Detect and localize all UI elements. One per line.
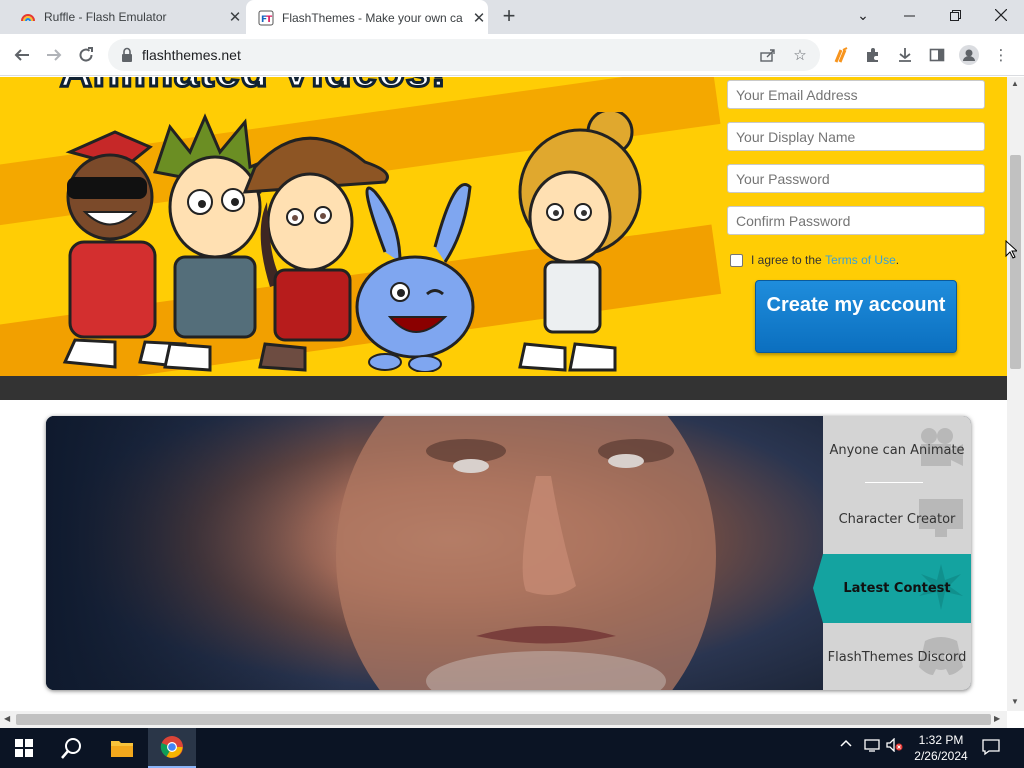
page-viewport: Animated Videos! [0, 77, 1007, 711]
url-text: flashthemes.net [142, 47, 241, 63]
mouse-cursor-icon [1005, 240, 1017, 259]
back-icon[interactable] [10, 43, 34, 67]
flashthemes-favicon-icon: F T [258, 10, 274, 26]
network-icon[interactable] [864, 738, 880, 755]
horizontal-scroll-thumb[interactable] [16, 714, 991, 725]
chevron-up-icon[interactable] [840, 738, 852, 753]
horizontal-scrollbar[interactable]: ◀ ▶ [0, 711, 1007, 728]
scroll-down-arrow-icon[interactable]: ▼ [1011, 697, 1019, 706]
download-icon[interactable] [894, 44, 916, 66]
address-bar[interactable]: flashthemes.net ☆ [108, 39, 820, 71]
browser-toolbar: flashthemes.net ☆ ⋮ [0, 34, 1024, 76]
agree-checkbox[interactable] [730, 253, 743, 267]
minimize-icon[interactable] [886, 0, 932, 30]
slideshow-menu: Anyone can Animate Character Creator Lat… [813, 416, 971, 690]
menu-anyone-can-animate[interactable]: Anyone can Animate [823, 416, 971, 485]
search-icon[interactable] [48, 728, 96, 768]
notifications-icon[interactable] [982, 738, 1000, 759]
scroll-up-arrow-icon[interactable]: ▲ [1011, 79, 1019, 88]
share-icon[interactable] [758, 46, 778, 64]
confirm-password-field[interactable] [727, 206, 985, 235]
clock-time: 1:32 PM [918, 733, 964, 747]
character-blonde-girl [518, 112, 642, 372]
create-account-button[interactable]: Create my account [755, 280, 957, 353]
terms-of-use-link[interactable]: Terms of Use [825, 253, 896, 267]
character-blue-bunny [355, 183, 475, 372]
menu-divider [865, 482, 923, 483]
terms-agreement: I agree to the Terms of Use. [730, 253, 899, 267]
rainbow-favicon-icon [21, 14, 35, 22]
start-windows-icon[interactable] [0, 728, 48, 768]
menu-latest-contest[interactable]: Latest Contest [813, 554, 971, 623]
file-explorer-icon[interactable] [98, 728, 146, 768]
tab-ruffle[interactable]: Ruffle - Flash Emulator ✕ [12, 0, 244, 34]
slideshow-image[interactable] [46, 416, 823, 690]
hero-title: Animated Videos! [59, 77, 448, 98]
close-tab-icon[interactable]: ✕ [470, 9, 488, 27]
scroll-right-arrow-icon[interactable]: ▶ [994, 714, 1000, 723]
password-field[interactable] [727, 164, 985, 193]
system-clock[interactable]: 1:32 PM 2/26/2024 [908, 732, 974, 764]
restore-icon[interactable] [932, 0, 978, 30]
hero-banner: Animated Videos! [0, 77, 1007, 376]
character-spiky-hair [153, 113, 278, 372]
agree-suffix-text: . [895, 253, 900, 267]
menu-label: Latest Contest [843, 581, 951, 596]
lock-icon [122, 47, 132, 62]
forward-icon[interactable] [42, 43, 66, 67]
agree-prefix-text: I agree to the [751, 253, 822, 267]
dark-divider-bar [0, 376, 1007, 400]
close-window-icon[interactable] [978, 0, 1024, 30]
tab-strip: Ruffle - Flash Emulator ✕ F T FlashTheme… [0, 0, 1024, 36]
more-menu-icon[interactable]: ⋮ [990, 44, 1012, 66]
cartoon-characters-illustration [62, 112, 642, 372]
bookmark-star-icon[interactable]: ☆ [790, 46, 810, 64]
vertical-scrollbar[interactable]: ▲ ▼ [1007, 77, 1024, 711]
email-field[interactable] [727, 80, 985, 109]
profile-avatar-icon[interactable] [958, 44, 980, 66]
tab-search-icon[interactable]: ⌄ [840, 0, 886, 30]
menu-label: Character Creator [838, 512, 956, 527]
close-tab-icon[interactable]: ✕ [226, 8, 244, 26]
side-panel-icon[interactable] [926, 44, 948, 66]
featured-slideshow: Anyone can Animate Character Creator Lat… [46, 416, 971, 690]
clock-date: 2/26/2024 [914, 749, 968, 763]
ruffle-extension-icon[interactable] [830, 44, 852, 66]
new-tab-button[interactable]: + [498, 5, 520, 28]
scroll-left-arrow-icon[interactable]: ◀ [4, 714, 10, 723]
tab-title: Ruffle - Flash Emulator [44, 10, 167, 24]
tab-title: FlashThemes - Make your own ca [282, 11, 463, 25]
extensions-puzzle-icon[interactable] [862, 44, 884, 66]
vertical-scroll-thumb[interactable] [1010, 155, 1021, 369]
portrait-photo [336, 416, 716, 690]
tab-flashthemes[interactable]: F T FlashThemes - Make your own ca ✕ [246, 0, 488, 36]
menu-label: FlashThemes Discord [827, 650, 967, 665]
chrome-taskbar-icon[interactable] [148, 728, 196, 768]
menu-character-creator[interactable]: Character Creator [823, 485, 971, 554]
volume-muted-icon[interactable] [886, 737, 904, 755]
svg-text:T: T [266, 15, 273, 25]
windows-taskbar: 1:32 PM 2/26/2024 [0, 728, 1024, 768]
menu-flashthemes-discord[interactable]: FlashThemes Discord [823, 623, 971, 690]
reload-icon[interactable] [74, 43, 98, 67]
menu-label: Anyone can Animate [829, 443, 965, 458]
display-name-field[interactable] [727, 122, 985, 151]
